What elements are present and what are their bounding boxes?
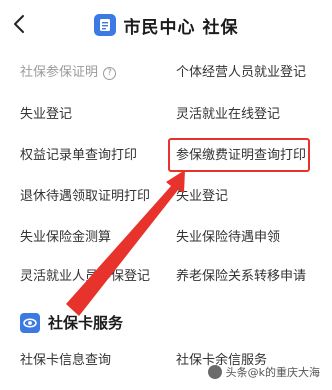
watermark-text: 头条@k的重庆大海 (225, 366, 320, 379)
menu-item-rights-record-print[interactable]: 权益记录单查询打印 (20, 147, 137, 165)
menu-item-unemployment-benefit-claim[interactable]: 失业保险待遇申领 (176, 229, 280, 247)
info-icon[interactable]: ? (103, 67, 117, 80)
menu-item-retirement-certificate-print[interactable]: 退休待遇领取证明打印 (20, 188, 150, 206)
menu-item-label: 社保参保证明 (20, 65, 99, 80)
section-title: 社保卡服务 (48, 314, 124, 332)
menu-item-flexible-employment-enrollment[interactable]: 灵活就业人员参保登记 (20, 268, 150, 286)
document-icon (93, 14, 116, 36)
page-title: 市民中心 社保 (123, 17, 239, 38)
menu-item-payment-certificate-print[interactable]: 参保缴费证明查询打印 (176, 147, 306, 165)
watermark: 头条@k的重庆大海 (207, 364, 320, 380)
menu-item-unemployment-registration[interactable]: 失业登记 (20, 106, 72, 124)
menu-item-pension-transfer[interactable]: 养老保险关系转移申请 (176, 268, 306, 286)
menu-item-unemployment-benefit-calc[interactable]: 失业保险金测算 (20, 229, 111, 247)
menu-item-card-info-query[interactable]: 社保卡信息查询 (20, 352, 111, 370)
menu-item-flexible-employment-online[interactable]: 灵活就业在线登记 (176, 106, 280, 124)
section-header-card-service: 社保卡服务 (20, 312, 123, 333)
watermark-logo-icon (207, 365, 222, 379)
menu-item-unemployment-registration-2[interactable]: 失业登记 (176, 188, 228, 206)
menu-item-self-employed-registration[interactable]: 个体经营人员就业登记 (176, 64, 306, 82)
page-title-group: 市民中心 社保 (0, 12, 332, 38)
menu-item-social-insurance-certificate: 社保参保证明? (20, 64, 117, 82)
eye-icon (20, 312, 40, 333)
app-header: 市民中心 社保 (0, 0, 332, 50)
